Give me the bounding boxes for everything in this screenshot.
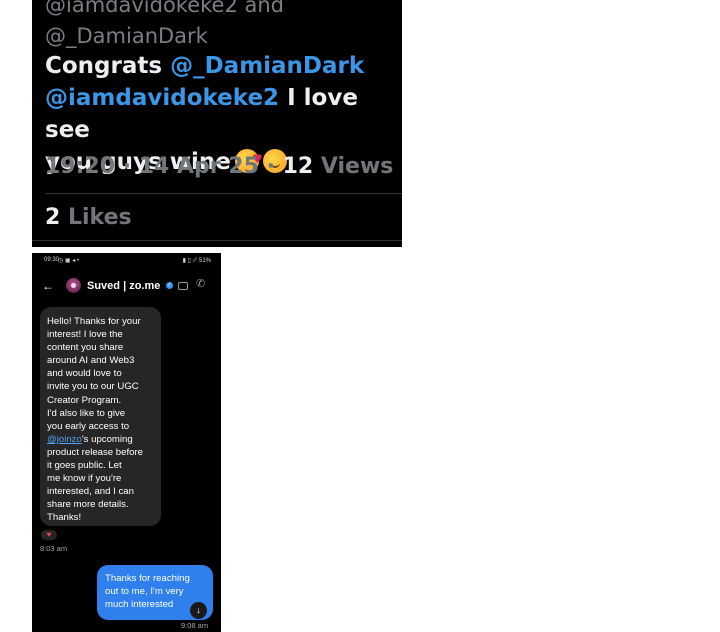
views-label[interactable]: Views xyxy=(313,154,394,179)
heart-reaction-icon[interactable]: ♥ xyxy=(41,530,57,540)
message-line: product release before xyxy=(47,446,143,458)
message-line: I'd also like to give xyxy=(47,407,126,419)
status-time: 09:30 xyxy=(44,257,60,263)
message-line: out to me, I'm very xyxy=(105,586,184,598)
contact-name[interactable]: Suved | zo.me xyxy=(87,280,160,292)
outgoing-timestamp: 9:08 am xyxy=(181,621,209,630)
message-line: content you share xyxy=(47,342,124,354)
message-line: you early access to xyxy=(47,420,130,432)
video-call-icon[interactable] xyxy=(178,282,188,290)
mention-link[interactable]: @iamdavidokeke2 xyxy=(45,85,279,111)
reply-context: @iamdavidokeke2 and @_DamianDark xyxy=(45,0,284,52)
status-icons: ◷ ▣ ◂ • xyxy=(58,258,80,264)
mention-link[interactable]: @_DamianDark xyxy=(170,53,364,79)
phone-call-icon[interactable]: ✆ xyxy=(196,277,205,290)
message-line: interested, and I can xyxy=(47,486,134,498)
mention-link[interactable]: @joinzo xyxy=(47,434,82,445)
message-line: around AI and Web3 xyxy=(47,355,135,367)
separator: · xyxy=(258,154,283,179)
dm-screenshot: 09:30 ◷ ▣ ◂ • ▮ ▯ ␥ 51% ← Suved | zo.me … xyxy=(32,253,221,632)
message-line: Thanks for reaching xyxy=(105,573,190,584)
incoming-message[interactable]: Hello! Thanks for your interest! I love … xyxy=(40,307,161,526)
tweet-date[interactable]: 14 Apr 25 xyxy=(139,154,259,179)
back-arrow-icon[interactable]: ← xyxy=(42,279,54,293)
likes-count[interactable]: 2 xyxy=(45,205,60,230)
message-line: it goes public. Let xyxy=(47,460,122,472)
likes-label[interactable]: Likes xyxy=(60,205,132,230)
likes-link[interactable]: 2 Likes xyxy=(45,203,132,233)
status-bar: 09:30 ◷ ▣ ◂ • ▮ ▯ ␥ 51% xyxy=(32,253,221,267)
battery-level: 51% xyxy=(198,258,211,264)
message-line: share more details. xyxy=(47,499,129,511)
avatar[interactable] xyxy=(66,278,81,293)
message-line: and would love to xyxy=(47,368,122,380)
separator: · xyxy=(115,154,139,179)
reply-prefix[interactable]: @iamdavidokeke2 and xyxy=(45,0,284,21)
reply-handle[interactable]: @_DamianDark xyxy=(45,21,284,52)
message-line: Creator Program. xyxy=(47,394,122,406)
divider xyxy=(45,193,402,194)
message-line: @joinzo's upcoming xyxy=(47,433,154,446)
message-line: Hello! Thanks for your xyxy=(47,316,141,327)
verified-icon: ✓ xyxy=(166,282,173,289)
views-count[interactable]: 12 xyxy=(283,154,314,179)
tweet-text-part: Congrats xyxy=(45,53,171,79)
tweet-time[interactable]: 19:20 xyxy=(45,154,115,179)
divider xyxy=(32,240,402,241)
tweet-meta: 19:20 · 14 Apr 25 · 12 Views xyxy=(45,152,393,182)
message-text: 's upcoming xyxy=(81,433,133,445)
chat-header: ← Suved | zo.me ✓ ✆ xyxy=(32,275,221,299)
message-line: Thanks! xyxy=(47,512,82,524)
incoming-timestamp: 8:03 am xyxy=(40,544,68,553)
message-line: invite you to our UGC xyxy=(47,381,139,393)
scroll-down-icon[interactable]: ↓ xyxy=(190,602,207,619)
message-line: interest! I love the xyxy=(47,329,123,341)
battery-indicator: ▮ ▯ ␥ 51% xyxy=(182,258,211,264)
message-line: me know if you're xyxy=(47,473,122,485)
tweet-card: @iamdavidokeke2 and @_DamianDark Congrat… xyxy=(32,0,402,247)
